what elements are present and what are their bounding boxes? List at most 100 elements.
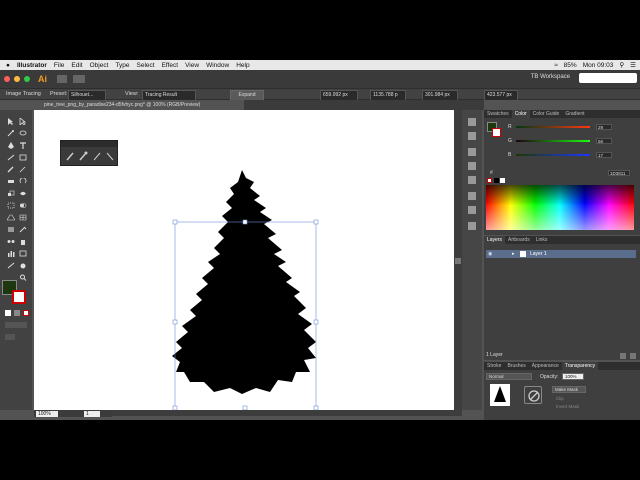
tab-layers[interactable]: Layers bbox=[484, 236, 506, 244]
tab-gradient[interactable]: Gradient bbox=[562, 110, 587, 118]
brushes-icon[interactable] bbox=[468, 148, 476, 156]
draw-mode-icon[interactable] bbox=[5, 322, 27, 328]
apple-icon[interactable]: ● bbox=[6, 62, 10, 69]
transform-icon[interactable] bbox=[468, 222, 476, 230]
properties-icon[interactable] bbox=[468, 132, 476, 140]
panel-stroke-swatch[interactable] bbox=[492, 128, 501, 137]
height-field[interactable]: 423.577 px bbox=[484, 90, 518, 101]
screen-mode-icon[interactable] bbox=[5, 334, 15, 340]
tab-stroke[interactable]: Stroke bbox=[484, 362, 504, 370]
battery-label[interactable]: 85% bbox=[564, 62, 577, 69]
delete-layer-icon[interactable] bbox=[630, 353, 636, 359]
pencil-icon[interactable] bbox=[92, 151, 102, 161]
tab-color[interactable]: Color bbox=[511, 110, 530, 118]
invert-mask-checkbox[interactable]: Invert Mask bbox=[556, 404, 579, 409]
vertical-scrollbar[interactable] bbox=[454, 110, 462, 410]
line-tool-icon[interactable] bbox=[7, 154, 15, 161]
none-color-icon[interactable] bbox=[487, 178, 492, 183]
brush-icon[interactable] bbox=[65, 151, 75, 161]
rotate-tool-icon[interactable] bbox=[19, 177, 27, 185]
minimize-window-button[interactable] bbox=[14, 76, 20, 82]
menu-effect[interactable]: Effect bbox=[162, 62, 179, 69]
green-value-field[interactable]: 56 bbox=[596, 138, 612, 144]
blue-value-field[interactable]: 17 bbox=[596, 152, 612, 158]
tab-appearance[interactable]: Appearance bbox=[529, 362, 562, 370]
pen-tool-icon[interactable] bbox=[7, 142, 15, 149]
tab-color-guide[interactable]: Color Guide bbox=[530, 110, 563, 118]
hand-tool-icon[interactable] bbox=[19, 262, 27, 269]
document-tab[interactable]: pine_tree_png_by_paradise234-d5fvhyc.png… bbox=[34, 100, 244, 110]
artboard-number-field[interactable]: 1 bbox=[84, 411, 100, 417]
lasso-tool-icon[interactable] bbox=[19, 130, 27, 137]
symbol-sprayer-tool-icon[interactable] bbox=[19, 238, 27, 245]
symbols-icon[interactable] bbox=[468, 162, 476, 170]
zoom-window-button[interactable] bbox=[24, 76, 30, 82]
bridge-icon[interactable] bbox=[57, 75, 67, 83]
notification-icon[interactable]: ☰ bbox=[630, 61, 636, 69]
selection-tool-icon[interactable] bbox=[7, 118, 15, 125]
menu-view[interactable]: View bbox=[185, 62, 199, 69]
rectangle-tool-icon[interactable] bbox=[19, 154, 27, 161]
pencil-tool-icon[interactable] bbox=[19, 166, 27, 173]
help-search-input[interactable] bbox=[579, 73, 637, 83]
blob-brush-icon[interactable] bbox=[78, 151, 88, 161]
mesh-tool-icon[interactable] bbox=[19, 214, 27, 221]
width-tool-icon[interactable] bbox=[19, 190, 27, 197]
appearance-icon[interactable] bbox=[468, 192, 476, 200]
horizontal-scrollbar[interactable] bbox=[112, 410, 462, 416]
blend-tool-icon[interactable] bbox=[7, 238, 15, 245]
search-icon[interactable]: ⚲ bbox=[619, 61, 624, 69]
gradient-mode-icon[interactable] bbox=[14, 310, 20, 316]
none-mode-icon[interactable] bbox=[23, 310, 29, 316]
stroke-color-swatch[interactable] bbox=[12, 290, 26, 304]
floating-panel-header[interactable] bbox=[61, 141, 117, 147]
vertical-scroll-thumb[interactable] bbox=[455, 258, 461, 264]
free-transform-tool-icon[interactable] bbox=[7, 202, 15, 209]
red-slider[interactable] bbox=[516, 126, 590, 128]
new-layer-icon[interactable] bbox=[620, 353, 626, 359]
paintbrush-tool-icon[interactable] bbox=[7, 166, 15, 173]
blue-slider[interactable] bbox=[516, 154, 590, 156]
menu-edit[interactable]: Edit bbox=[71, 62, 82, 69]
tab-artboards[interactable]: Artboards bbox=[505, 236, 533, 244]
eyedropper-tool-icon[interactable] bbox=[19, 226, 27, 233]
layer-name[interactable]: Layer 1 bbox=[530, 251, 547, 257]
align-icon[interactable] bbox=[468, 206, 476, 214]
tab-links[interactable]: Links bbox=[533, 236, 551, 244]
magic-wand-tool-icon[interactable] bbox=[7, 130, 15, 137]
tab-brushes[interactable]: Brushes bbox=[504, 362, 528, 370]
gradient-tool-icon[interactable] bbox=[7, 226, 15, 233]
clip-checkbox[interactable]: Clip bbox=[556, 396, 564, 401]
scale-tool-icon[interactable] bbox=[7, 190, 15, 197]
make-mask-button[interactable]: Make Mask bbox=[552, 386, 586, 393]
expand-layer-icon[interactable]: ▸ bbox=[512, 251, 515, 257]
direct-selection-tool-icon[interactable] bbox=[19, 117, 27, 126]
type-tool-icon[interactable] bbox=[19, 142, 27, 149]
zoom-level-field[interactable]: 100% bbox=[36, 411, 58, 417]
artboard-tool-icon[interactable] bbox=[19, 250, 27, 257]
menu-select[interactable]: Select bbox=[137, 62, 155, 69]
graphic-styles-icon[interactable] bbox=[468, 176, 476, 184]
menu-object[interactable]: Object bbox=[90, 62, 109, 69]
green-slider[interactable] bbox=[516, 140, 590, 142]
libraries-icon[interactable] bbox=[468, 118, 476, 126]
menu-help[interactable]: Help bbox=[236, 62, 249, 69]
opacity-field[interactable]: 100% bbox=[562, 373, 584, 380]
zoom-tool-icon[interactable] bbox=[19, 274, 27, 281]
menu-type[interactable]: Type bbox=[115, 62, 129, 69]
blend-mode-select[interactable]: Normal bbox=[486, 373, 532, 380]
shape-builder-tool-icon[interactable] bbox=[19, 202, 27, 209]
eye-icon[interactable]: ◉ bbox=[488, 251, 492, 257]
layer-row[interactable]: ◉ ▸ Layer 1 bbox=[486, 250, 636, 258]
slice-tool-icon[interactable] bbox=[7, 262, 15, 269]
workspace-switcher[interactable]: TB Workspace bbox=[531, 74, 570, 80]
arrange-documents-icon[interactable] bbox=[73, 75, 85, 83]
tab-transparency[interactable]: Transparency bbox=[561, 362, 599, 370]
smooth-tool-icon[interactable] bbox=[105, 151, 115, 161]
perspective-grid-tool-icon[interactable] bbox=[6, 214, 16, 221]
red-value-field[interactable]: 29 bbox=[596, 124, 612, 130]
column-graph-tool-icon[interactable] bbox=[7, 250, 15, 257]
tab-swatches[interactable]: Swatches bbox=[484, 110, 512, 118]
black-color-icon[interactable] bbox=[494, 178, 499, 183]
eraser-tool-icon[interactable] bbox=[7, 178, 15, 185]
